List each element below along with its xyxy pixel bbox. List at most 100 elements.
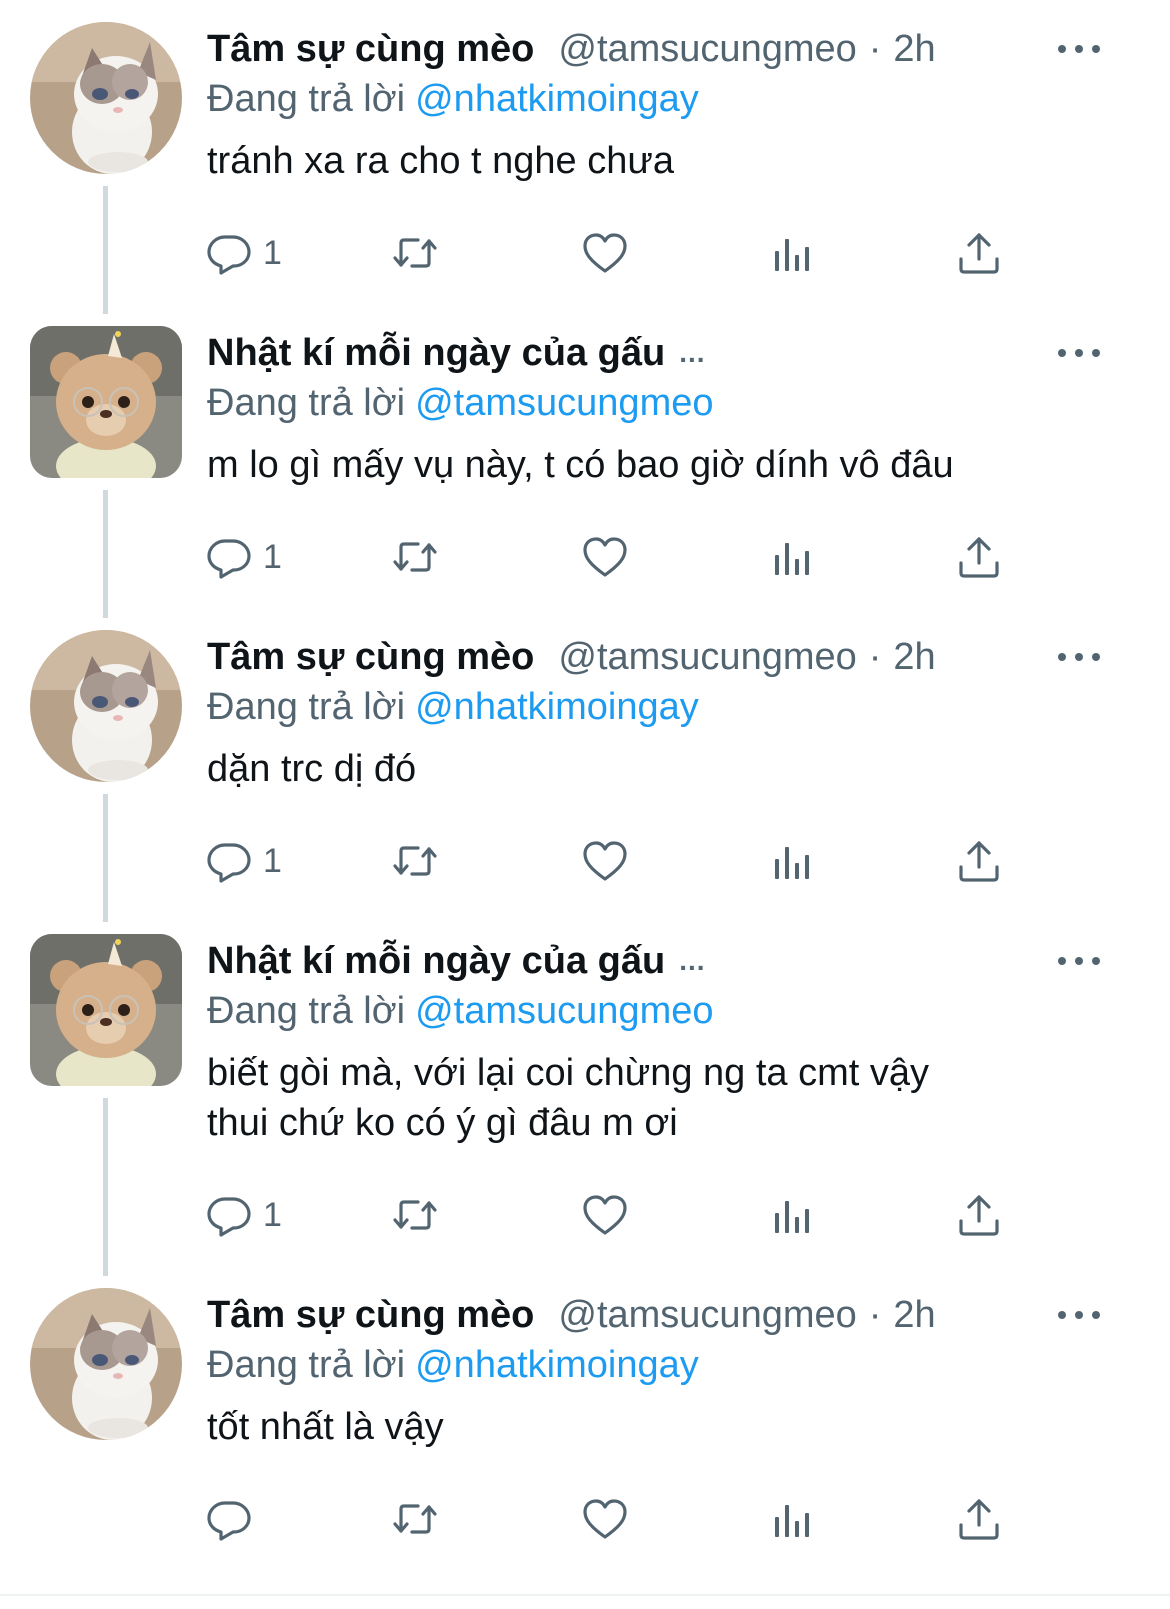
retweet-button[interactable]: [391, 836, 439, 886]
display-name[interactable]: Tâm sự cùng mèo: [207, 636, 534, 679]
like-button[interactable]: [581, 1190, 629, 1240]
more-icon[interactable]: [1058, 338, 1100, 368]
like-button[interactable]: [581, 1494, 629, 1544]
tweet-header: Nhật kí mỗi ngày của gấu ...: [207, 936, 706, 986]
retweet-icon: [393, 1504, 437, 1534]
reply-button[interactable]: 1: [205, 1190, 282, 1240]
views-icon: [775, 1201, 809, 1233]
timestamp[interactable]: 2h: [893, 28, 935, 71]
replying-label: Đang trả lời: [207, 686, 406, 728]
views-button[interactable]: [769, 228, 817, 278]
more-icon[interactable]: [1058, 946, 1100, 976]
share-button[interactable]: [955, 532, 1003, 582]
more-icon[interactable]: [1058, 34, 1100, 64]
tweet-header: Nhật kí mỗi ngày của gấu ...: [207, 328, 706, 378]
retweet-button[interactable]: [391, 1494, 439, 1544]
tweet[interactable]: Nhật kí mỗi ngày của gấu ... Đang trả lờ…: [0, 326, 1170, 616]
cat-avatar-image: [30, 630, 182, 782]
replying-to: Đang trả lời @tamsucungmeo: [207, 378, 714, 428]
reply-button[interactable]: 1: [205, 836, 282, 886]
reply-icon: [207, 1501, 251, 1541]
tweet-text: m lo gì mấy vụ này, t có bao giờ dính vô…: [207, 444, 954, 486]
like-icon: [583, 1499, 627, 1539]
tweet-text: tránh xa ra cho t nghe chưa: [207, 140, 674, 182]
tweet-header: Tâm sự cùng mèo @tamsucungmeo · 2h: [207, 24, 936, 74]
timestamp[interactable]: 2h: [893, 636, 935, 679]
mention-link[interactable]: @tamsucungmeo: [415, 990, 713, 1032]
user-handle[interactable]: @tamsucungmeo: [558, 636, 856, 679]
tweet-text: dặn trc dị đó: [207, 748, 417, 790]
share-icon: [959, 537, 999, 578]
avatar[interactable]: [30, 326, 182, 478]
retweet-icon: [393, 542, 437, 572]
action-bar: 1: [205, 228, 1025, 278]
divider: [0, 1594, 1170, 1596]
reply-button[interactable]: 1: [205, 228, 282, 278]
reply-icon: [207, 235, 251, 275]
share-icon: [959, 841, 999, 882]
views-button[interactable]: [769, 1190, 817, 1240]
retweet-icon: [393, 1200, 437, 1230]
share-icon: [959, 1195, 999, 1236]
more-icon[interactable]: [1058, 642, 1100, 672]
reply-button[interactable]: [205, 1494, 253, 1544]
tweet-text-line: biết gòi mà, với lại coi chừng ng ta cmt…: [207, 1052, 929, 1094]
views-button[interactable]: [769, 1494, 817, 1544]
like-button[interactable]: [581, 228, 629, 278]
mention-link[interactable]: @nhatkimoingay: [415, 78, 699, 120]
like-button[interactable]: [581, 532, 629, 582]
more-icon[interactable]: [1058, 1300, 1100, 1330]
replying-label: Đang trả lời: [207, 78, 406, 120]
timestamp[interactable]: 2h: [893, 1294, 935, 1337]
cat-avatar-image: [30, 22, 182, 174]
like-icon: [583, 1195, 627, 1235]
user-handle[interactable]: @tamsucungmeo: [558, 1294, 856, 1337]
avatar[interactable]: [30, 934, 182, 1086]
mention-link[interactable]: @nhatkimoingay: [415, 686, 699, 728]
replying-to: Đang trả lời @nhatkimoingay: [207, 74, 699, 124]
views-icon: [775, 543, 809, 575]
reply-count: 1: [263, 233, 282, 272]
action-bar: 1: [205, 836, 1025, 886]
mention-link[interactable]: @tamsucungmeo: [415, 382, 713, 424]
avatar[interactable]: [30, 22, 182, 174]
action-bar: [205, 1494, 1025, 1544]
reply-count: 1: [263, 537, 282, 576]
avatar[interactable]: [30, 630, 182, 782]
views-button[interactable]: [769, 532, 817, 582]
user-handle[interactable]: @tamsucungmeo: [558, 28, 856, 71]
tweet[interactable]: Tâm sự cùng mèo @tamsucungmeo · 2h Đang …: [0, 22, 1170, 312]
share-button[interactable]: [955, 228, 1003, 278]
reply-count: 1: [263, 841, 282, 880]
display-name[interactable]: Nhật kí mỗi ngày của gấu: [207, 940, 665, 983]
display-name[interactable]: Nhật kí mỗi ngày của gấu: [207, 332, 665, 375]
bear-avatar-image: [30, 934, 182, 1086]
retweet-button[interactable]: [391, 228, 439, 278]
retweet-button[interactable]: [391, 1190, 439, 1240]
cat-avatar-image: [30, 1288, 182, 1440]
share-button[interactable]: [955, 1190, 1003, 1240]
share-button[interactable]: [955, 1494, 1003, 1544]
retweet-button[interactable]: [391, 532, 439, 582]
like-button[interactable]: [581, 836, 629, 886]
like-icon: [583, 233, 627, 273]
reply-button[interactable]: 1: [205, 532, 282, 582]
reply-icon: [207, 843, 251, 883]
tweet[interactable]: Tâm sự cùng mèo @tamsucungmeo · 2h Đang …: [0, 1288, 1170, 1588]
share-button[interactable]: [955, 836, 1003, 886]
display-name[interactable]: Tâm sự cùng mèo: [207, 1294, 534, 1337]
tweet[interactable]: Tâm sự cùng mèo @tamsucungmeo · 2h Đang …: [0, 630, 1170, 920]
display-name[interactable]: Tâm sự cùng mèo: [207, 28, 534, 71]
mention-link[interactable]: @nhatkimoingay: [415, 1344, 699, 1386]
tweet-text: tốt nhất là vậy: [207, 1406, 444, 1448]
tweet-header: Tâm sự cùng mèo @tamsucungmeo · 2h: [207, 632, 936, 682]
like-icon: [583, 841, 627, 881]
like-icon: [583, 537, 627, 577]
reply-count: 1: [263, 1195, 282, 1234]
views-icon: [775, 239, 809, 271]
views-button[interactable]: [769, 836, 817, 886]
avatar[interactable]: [30, 1288, 182, 1440]
tweet[interactable]: Nhật kí mỗi ngày của gấu ... Đang trả lờ…: [0, 934, 1170, 1274]
separator: ·: [868, 27, 882, 70]
bear-avatar-image: [30, 326, 182, 478]
